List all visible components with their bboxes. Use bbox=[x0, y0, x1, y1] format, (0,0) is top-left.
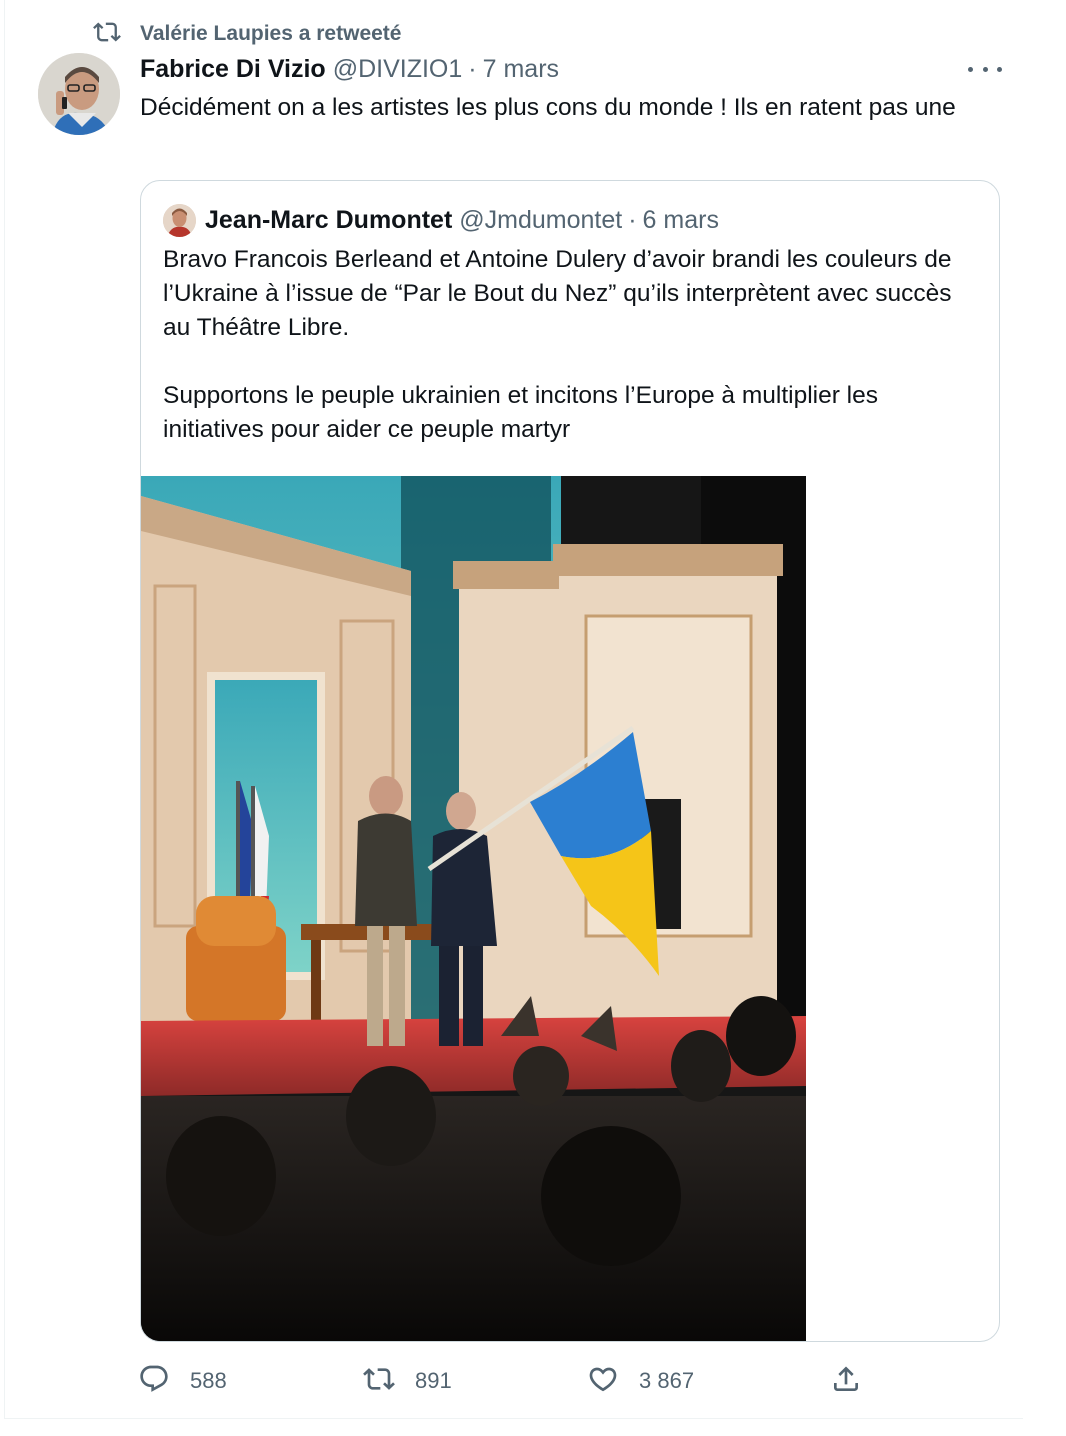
right-gutter bbox=[1023, 0, 1066, 1436]
retweet-button-icon[interactable] bbox=[363, 1363, 395, 1400]
tweet-actions: 588 891 3 867 bbox=[5, 1358, 1023, 1404]
share-icon[interactable] bbox=[830, 1363, 862, 1400]
separator-dot: · bbox=[468, 55, 477, 83]
tweet-text: Décidément on a les artistes les plus co… bbox=[140, 94, 956, 121]
quote-header: Jean-Marc Dumontet @Jmdumontet · 6 mars bbox=[163, 203, 719, 237]
reply-action[interactable]: 588 bbox=[138, 1358, 227, 1404]
retweet-label[interactable]: Valérie Laupies a retweeté bbox=[140, 22, 401, 46]
heart-icon[interactable] bbox=[587, 1363, 619, 1400]
quote-separator-dot: · bbox=[628, 205, 637, 234]
retweet-count: 891 bbox=[415, 1368, 452, 1393]
tweet-date[interactable]: 7 mars bbox=[483, 55, 559, 84]
quote-date[interactable]: 6 mars bbox=[643, 206, 719, 235]
quoted-tweet[interactable]: Jean-Marc Dumontet @Jmdumontet · 6 mars … bbox=[140, 180, 1000, 1342]
retweet-icon bbox=[93, 18, 121, 51]
tweet-card[interactable]: Valérie Laupies a retweeté Fabrice Di Vi… bbox=[4, 0, 1024, 1419]
author-avatar[interactable] bbox=[38, 53, 120, 135]
reply-icon[interactable] bbox=[138, 1363, 170, 1400]
like-action[interactable]: 3 867 bbox=[587, 1358, 694, 1404]
quote-author-name[interactable]: Jean-Marc Dumontet bbox=[205, 206, 452, 235]
tweet-header: Fabrice Di Vizio @DIVIZIO1 · 7 mars bbox=[140, 55, 559, 87]
share-action[interactable] bbox=[830, 1358, 862, 1404]
more-icon[interactable] bbox=[968, 58, 1002, 80]
reply-count: 588 bbox=[190, 1368, 227, 1393]
quote-text: Bravo Francois Berleand et Antoine Duler… bbox=[163, 246, 952, 443]
like-count: 3 867 bbox=[639, 1368, 695, 1393]
quote-photo[interactable] bbox=[141, 476, 806, 1341]
author-handle[interactable]: @DIVIZIO1 bbox=[333, 55, 463, 84]
quote-author-handle[interactable]: @Jmdumontet bbox=[459, 206, 622, 235]
retweet-context: Valérie Laupies a retweeté bbox=[93, 19, 401, 49]
retweet-action[interactable]: 891 bbox=[363, 1358, 452, 1404]
quote-avatar bbox=[163, 203, 196, 237]
author-name[interactable]: Fabrice Di Vizio bbox=[140, 55, 326, 84]
